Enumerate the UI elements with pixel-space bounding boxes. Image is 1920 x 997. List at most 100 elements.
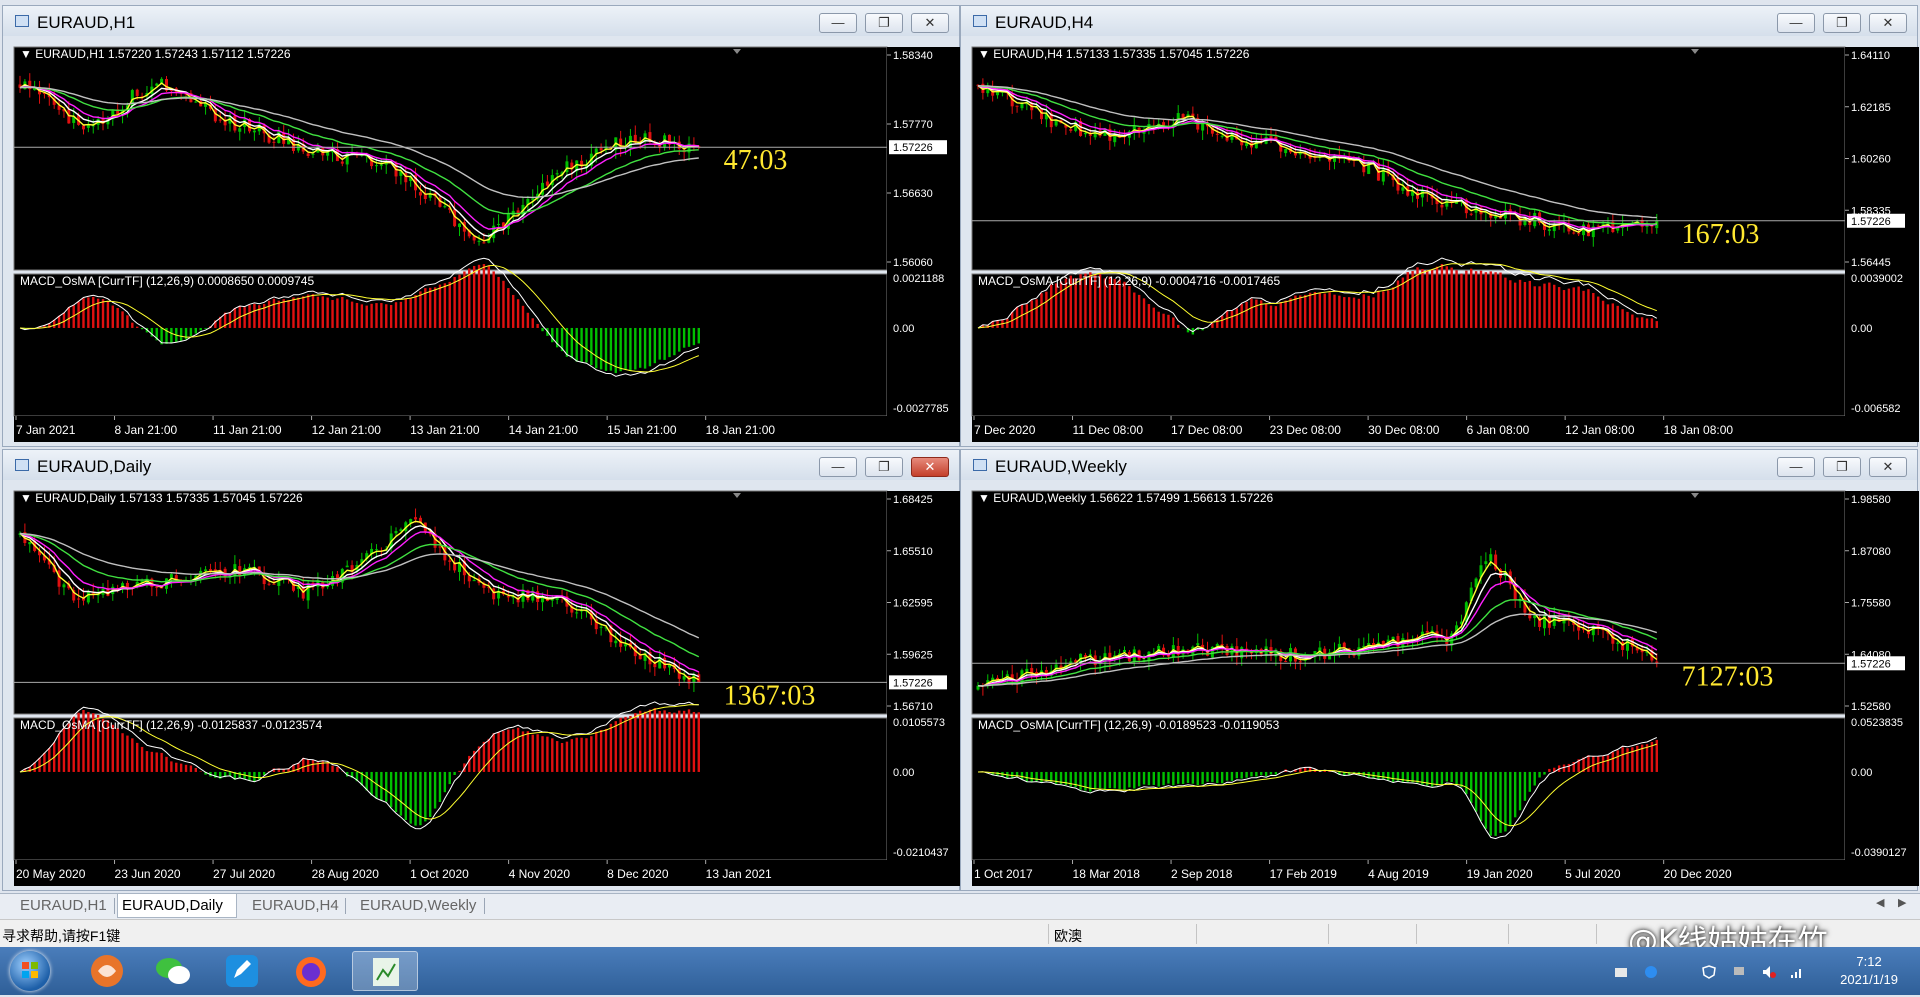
candle-body [1025,669,1028,672]
tab-euraud-h1[interactable]: EURAUD,H1 [16,894,111,918]
chart-canvas[interactable]: 1.57226167:03▼ EURAUD,H4 1.57133 1.57335… [961,6,1919,448]
taskbar-app-wechat[interactable] [142,951,204,991]
macd-bar [1563,765,1565,772]
macd-bar [1475,271,1477,328]
chart-canvas[interactable]: 1.572261367:03▼ EURAUD,Daily 1.57133 1.5… [3,450,961,892]
tab-scroll-left-icon[interactable]: ◀ [1876,896,1884,909]
time-axis-label: 13 Jan 21:00 [410,423,480,437]
chart-window-h1[interactable]: EURAUD,H1 — ❐ ✕ 1.5722647:03▼ EURAUD,H1 … [2,5,960,447]
macd-bar [297,763,299,772]
macd-bar [370,304,372,328]
candle-body [546,182,549,186]
taskbar-app-notes[interactable] [212,951,274,991]
candle-body [272,142,275,143]
macd-bar [1153,772,1155,785]
media-player-icon [76,951,138,991]
price-axis-label: 1.68425 [893,494,933,506]
macd-bar [1490,772,1492,836]
tab-euraud-weekly[interactable]: EURAUD,Weekly [356,894,480,918]
macd-bar [1529,281,1531,328]
taskbar-app-firefox[interactable] [280,951,342,991]
macd-bar [629,716,631,772]
macd-bar [1421,269,1423,328]
macd-bar [585,738,587,772]
macd-bar [507,730,509,772]
tab-euraud-h4[interactable]: EURAUD,H4 [248,894,343,918]
macd-bar [1450,772,1452,782]
macd-bar [1475,772,1477,812]
update-tray-icon[interactable] [1644,965,1658,979]
macd-bar [1035,299,1037,328]
macd-bar [1060,281,1062,327]
candle-body [458,224,461,227]
flag-tray-icon[interactable] [1732,965,1746,979]
macd-bar [1245,772,1247,778]
tab-euraud-daily[interactable]: EURAUD,Daily [117,894,237,918]
macd-bar [654,328,656,363]
candle-body [307,153,310,156]
start-button[interactable] [10,951,50,991]
macd-bar [522,731,524,772]
macd-bar [1319,292,1321,328]
macd-bar [610,724,612,772]
macd-bar [629,328,631,371]
macd-bar [439,285,441,328]
time-axis-label: 14 Jan 21:00 [509,423,579,437]
macd-bar [1109,772,1111,788]
shield-tray-icon[interactable] [1702,965,1716,979]
taskbar-app-media[interactable] [76,951,138,991]
status-divider [1048,924,1049,944]
time-axis-label: 27 Jul 2020 [213,867,275,881]
price-axis-label: 1.62595 [893,598,933,610]
candle-body [248,567,251,568]
candle-body [28,542,31,544]
macd-bar [1548,283,1550,328]
chart-window-weekly[interactable]: EURAUD,Weekly — ❐ ✕ 1.572267127:03▼ EURA… [960,449,1918,891]
macd-bar [1436,267,1438,328]
macd-bar [468,269,470,328]
system-clock[interactable]: 7:12 2021/1/19 [1840,953,1898,989]
macd-bar [619,718,621,772]
time-axis-label: 6 Jan 08:00 [1467,423,1530,437]
macd-axis-label: 0.00 [1851,323,1872,335]
time-axis-label: 1 Oct 2020 [410,867,469,881]
candle-body [575,612,578,613]
macd-bar [263,772,265,775]
macd-bar [683,328,685,348]
candle-body [1221,136,1224,137]
macd-bar [1133,293,1135,328]
macd-bar [268,301,270,328]
chart-window-h4[interactable]: EURAUD,H4 — ❐ ✕ 1.57226167:03▼ EURAUD,H4… [960,5,1918,447]
macd-bar [141,328,143,329]
chart-canvas[interactable]: 1.5722647:03▼ EURAUD,H1 1.57220 1.57243 … [3,6,961,448]
macd-bar [1255,772,1257,777]
chart-canvas[interactable]: 1.572267127:03▼ EURAUD,Weekly 1.56622 1.… [961,450,1919,892]
macd-bar [1245,302,1247,328]
macd-bar [561,743,563,772]
network-tray-icon[interactable] [1614,965,1628,979]
volume-muted-icon[interactable] [1762,965,1776,979]
macd-bar [654,708,656,772]
bar-countdown: 167:03 [1682,219,1760,250]
macd-bar [351,302,353,328]
candle-body [414,517,417,519]
taskbar-app-metatrader[interactable] [352,951,418,991]
macd-bar [385,772,387,802]
chart-window-daily[interactable]: EURAUD,Daily — ❐ ✕ 1.572261367:03▼ EURAU… [2,449,960,891]
macd-bar [532,735,534,772]
tab-scroll-right-icon[interactable]: ▶ [1898,896,1906,909]
macd-bar [1490,271,1492,328]
candle-body [155,84,158,86]
macd-bar [590,736,592,772]
macd-bar [1265,304,1267,328]
macd-bar [190,328,192,336]
macd-bar [1084,772,1086,791]
macd-bar [1514,283,1516,328]
signal-tray-icon[interactable] [1790,965,1804,979]
candle-body [1284,149,1287,153]
macd-bar [453,772,455,775]
macd-bar [512,295,514,328]
macd-bar [380,772,382,800]
candle-body [346,152,349,164]
candle-body [1426,631,1429,633]
